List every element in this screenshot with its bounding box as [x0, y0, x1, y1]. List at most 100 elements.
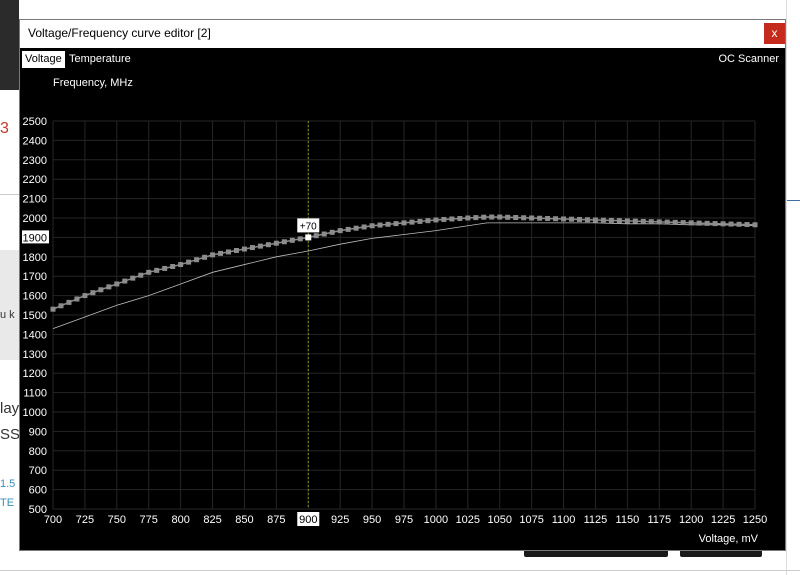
curve-point: [624, 218, 630, 224]
curve-point: [505, 214, 511, 220]
curve-point: [82, 293, 88, 299]
curve-point: [728, 221, 734, 227]
curve-point: [369, 223, 375, 229]
curve-point: [385, 221, 391, 227]
y-tick-label: 800: [29, 446, 47, 458]
background-text-fragment: lay: [0, 400, 20, 417]
selected-point-marker: [305, 234, 312, 241]
x-tick-label: 1175: [647, 514, 671, 526]
background-right-border: [786, 0, 787, 575]
curve-point: [401, 220, 407, 226]
curve-point: [90, 290, 96, 296]
offset-label: +70: [300, 221, 317, 232]
curve-point: [648, 219, 654, 225]
y-tick-label: 1600: [23, 291, 47, 303]
curve-point: [672, 219, 678, 225]
tab-temperature[interactable]: Temperature: [66, 51, 134, 68]
curve-point: [417, 218, 423, 224]
background-red-digit: 3: [0, 120, 9, 137]
background-window-strip: [0, 0, 19, 90]
curve-point: [58, 303, 64, 309]
background-divider: [787, 200, 800, 201]
curve-point: [688, 220, 694, 226]
curve-point: [218, 250, 224, 256]
vf-curve-chart[interactable]: Frequency, MHz 2500 2400 2300 2200 2100 2000 1…: [20, 68, 785, 550]
curve-point: [481, 214, 487, 220]
curve-point: [154, 267, 160, 273]
curve-point: [297, 236, 303, 242]
curve-point: [513, 215, 519, 221]
x-tick-label: 700: [44, 514, 62, 526]
x-tick-label: 850: [235, 514, 253, 526]
curve-point: [433, 217, 439, 223]
curve-point: [202, 254, 208, 260]
curve-point: [74, 296, 80, 302]
x-tick-label: 1025: [456, 514, 480, 526]
x-tick-label: 1050: [487, 514, 511, 526]
curve-point: [425, 218, 431, 224]
curve-point: [313, 233, 319, 239]
x-tick-label: 1200: [679, 514, 703, 526]
x-tick-label: 725: [76, 514, 94, 526]
curve-point: [122, 278, 128, 284]
background-gray-panel: [0, 250, 19, 360]
y-tick-label: 1900: [23, 232, 47, 244]
background-link-fragment: 1.5: [0, 478, 16, 490]
curve-point: [162, 265, 168, 271]
curve-point: [257, 243, 263, 249]
curve-point: [497, 214, 503, 220]
curve-point: [186, 259, 192, 265]
curve-point: [226, 249, 231, 255]
curve-point: [130, 275, 136, 281]
tab-bar: Voltage Temperature OC Scanner: [20, 48, 785, 68]
y-tick-label: 1700: [23, 271, 47, 283]
curve-point: [249, 245, 255, 251]
close-button[interactable]: x: [764, 23, 785, 44]
curve-point: [465, 215, 471, 221]
x-tick-label: 1100: [552, 514, 576, 526]
x-tick-label: 900: [299, 514, 317, 526]
oc-scanner-button[interactable]: OC Scanner: [718, 51, 779, 68]
curve-point: [632, 218, 638, 224]
y-tick-label: 2300: [23, 155, 47, 167]
curve-point: [138, 272, 144, 278]
y-tick-label: 900: [29, 426, 47, 438]
curve-point: [680, 220, 686, 226]
background-text-fragment: SS: [0, 426, 21, 443]
curve-point: [345, 226, 351, 232]
curve-point: [656, 219, 662, 225]
curve-point: [50, 306, 56, 312]
curve-point: [744, 222, 750, 228]
curve-point: [608, 217, 614, 223]
curve-point: [98, 287, 104, 293]
curve-point: [281, 239, 287, 245]
curve-point: [337, 228, 343, 234]
curve-point: [616, 218, 622, 224]
x-axis-label: Voltage, mV: [699, 533, 759, 545]
curve-point: [704, 220, 710, 226]
curve-point: [696, 220, 702, 226]
curve-point: [146, 269, 152, 275]
y-tick-label: 1500: [23, 310, 47, 322]
curve-point: [321, 231, 327, 237]
curve-point: [529, 215, 535, 221]
y-axis-label: Frequency, MHz: [53, 77, 133, 89]
x-tick-label: 1075: [519, 514, 543, 526]
curve-point: [409, 219, 415, 225]
y-tick-label: 1200: [23, 368, 47, 380]
x-tick-label: 800: [171, 514, 189, 526]
curve-point: [106, 284, 112, 290]
chart-grid: [52, 120, 756, 510]
y-tick-label: 600: [29, 485, 47, 497]
curve-point: [353, 225, 359, 231]
background-bottom-border: [0, 570, 800, 571]
curve-point: [441, 216, 447, 222]
curve-point: [178, 262, 184, 268]
tab-voltage[interactable]: Voltage: [22, 51, 65, 68]
title-bar[interactable]: Voltage/Frequency curve editor [2] x: [20, 20, 785, 48]
curve-point: [289, 237, 295, 243]
curve-point: [712, 221, 718, 227]
y-tick-label: 1300: [23, 349, 47, 361]
curve-point: [241, 246, 247, 252]
curve-point: [449, 216, 455, 222]
